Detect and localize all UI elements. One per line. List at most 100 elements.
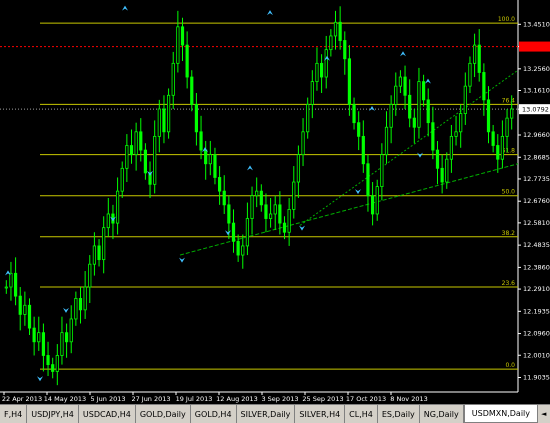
candle-body (46, 355, 50, 366)
price-tick-label: 12.9660 (523, 131, 550, 139)
candle-body (231, 222, 236, 242)
candle-body (236, 240, 240, 256)
candle-body (74, 298, 78, 320)
price-tick-label: 11.9035 (523, 374, 550, 382)
candle-body (445, 158, 449, 183)
candle-body (361, 135, 365, 165)
candle-body (352, 104, 356, 124)
price-tick-label: 13.4510 (523, 20, 550, 28)
candle-body (180, 26, 185, 46)
date-tick-label: 22 Apr 2013 (2, 395, 42, 403)
candle-body (60, 332, 64, 356)
candle-body (51, 364, 55, 372)
fractal-arrow-icon (37, 376, 43, 382)
trendline[interactable] (179, 163, 519, 256)
candle-body (18, 295, 22, 315)
date-tick-label: 27 Jun 2013 (131, 395, 170, 403)
candle-body (125, 145, 129, 169)
candle-body (139, 131, 143, 151)
candle-body (338, 21, 342, 41)
price-chart[interactable]: 100.076.461.850.038.223.60.013.451013.35… (0, 0, 550, 404)
price-tick-label: 12.6760 (523, 197, 550, 205)
symbol-tab-bar: F,H4 USDJPY,H4 USDCAD,H4 GOLD,Daily GOLD,H4 S… (0, 404, 550, 423)
candle-body (185, 44, 189, 78)
fib-level-label: 50.0 (502, 189, 516, 196)
price-tick-label: 12.5810 (523, 219, 550, 227)
chart-tab[interactable]: USDCAD,H4 (79, 405, 136, 423)
candle-body (408, 94, 412, 119)
candle-body (301, 131, 305, 156)
scroll-left-icon[interactable]: ◄ (538, 410, 549, 418)
fractal-arrow-icon (425, 78, 431, 84)
candle-body (366, 163, 370, 197)
candle-body (250, 195, 254, 219)
candle-body (472, 44, 477, 64)
chart-tab[interactable]: SILVER,Daily (237, 405, 296, 423)
candle-body (64, 332, 69, 343)
candle-body (55, 355, 59, 372)
candle-body (213, 154, 217, 178)
date-tick-label: 17 Oct 2013 (346, 395, 386, 403)
chart-canvas[interactable]: 100.076.461.850.038.223.60.013.451013.35… (0, 0, 550, 404)
candle-body (204, 149, 208, 165)
fib-level-label: 0.0 (505, 362, 515, 369)
candle-body (417, 81, 421, 128)
chart-tab[interactable]: USDJPY,H4 (27, 405, 79, 423)
candle-body (92, 245, 97, 265)
date-tick-label: 12 Aug 2013 (216, 395, 258, 403)
candle-body (217, 177, 222, 192)
candle-body (13, 272, 18, 297)
price-tick-label: 12.4835 (523, 241, 550, 249)
candle-body (143, 149, 148, 174)
price-tick-label: 12.7735 (523, 175, 550, 183)
candle-body (199, 131, 203, 151)
candle-body (347, 58, 352, 105)
chart-tab[interactable]: ES,Daily (378, 405, 420, 423)
candle-body (78, 298, 83, 311)
chart-tab[interactable]: GOLD,Daily (136, 405, 191, 423)
candle-body (389, 104, 393, 128)
chart-tab[interactable]: USDMXN,Daily (463, 405, 539, 423)
candle-body (287, 209, 291, 233)
candle-body (505, 117, 509, 137)
fractal-arrow-icon (247, 165, 253, 171)
candle-body (454, 131, 458, 137)
chart-tab[interactable]: GOLD,H4 (191, 405, 237, 423)
fib-level-label: 38.2 (502, 230, 516, 237)
red-level-price-box (519, 41, 550, 52)
candle-body (27, 304, 32, 329)
candle-body (468, 62, 472, 87)
candle-body (69, 318, 73, 343)
candle-body (440, 167, 444, 183)
candle-body (176, 26, 180, 64)
date-tick-label: 8 Nov 2013 (390, 395, 428, 403)
chart-tab[interactable]: F,H4 (0, 405, 28, 423)
candle-body (296, 154, 301, 183)
candle-body (435, 149, 440, 169)
chart-tab[interactable]: CL,H4 (345, 405, 378, 423)
price-tick-label: 13.2560 (523, 65, 550, 73)
fractal-arrow-icon (63, 307, 69, 313)
candle-body (97, 245, 101, 261)
candle-body (106, 213, 110, 229)
chart-tab[interactable]: SILVER,H4 (295, 405, 346, 423)
candle-body (129, 145, 134, 156)
chart-tab[interactable]: NG,Daily (420, 405, 464, 423)
price-tick-label: 12.0960 (523, 330, 550, 338)
date-tick-label: 25 Sep 2013 (302, 395, 343, 403)
date-tick-label: 14 May 2013 (44, 395, 86, 403)
price-tick-label: 12.3860 (523, 263, 550, 271)
candle-body (292, 181, 296, 210)
current-price-label: 13.0792 (522, 106, 549, 114)
candle-body (412, 117, 416, 128)
candle-body (426, 99, 430, 124)
fractal-arrow-icon (400, 51, 406, 57)
candle-body (222, 190, 226, 206)
candle-body (357, 122, 361, 137)
candle-body (449, 135, 454, 160)
candle-body (333, 21, 338, 37)
candle-body (282, 222, 287, 233)
fib-level-label: 76.4 (502, 97, 516, 104)
candle-body (268, 213, 273, 219)
price-tick-label: 12.1935 (523, 307, 550, 315)
